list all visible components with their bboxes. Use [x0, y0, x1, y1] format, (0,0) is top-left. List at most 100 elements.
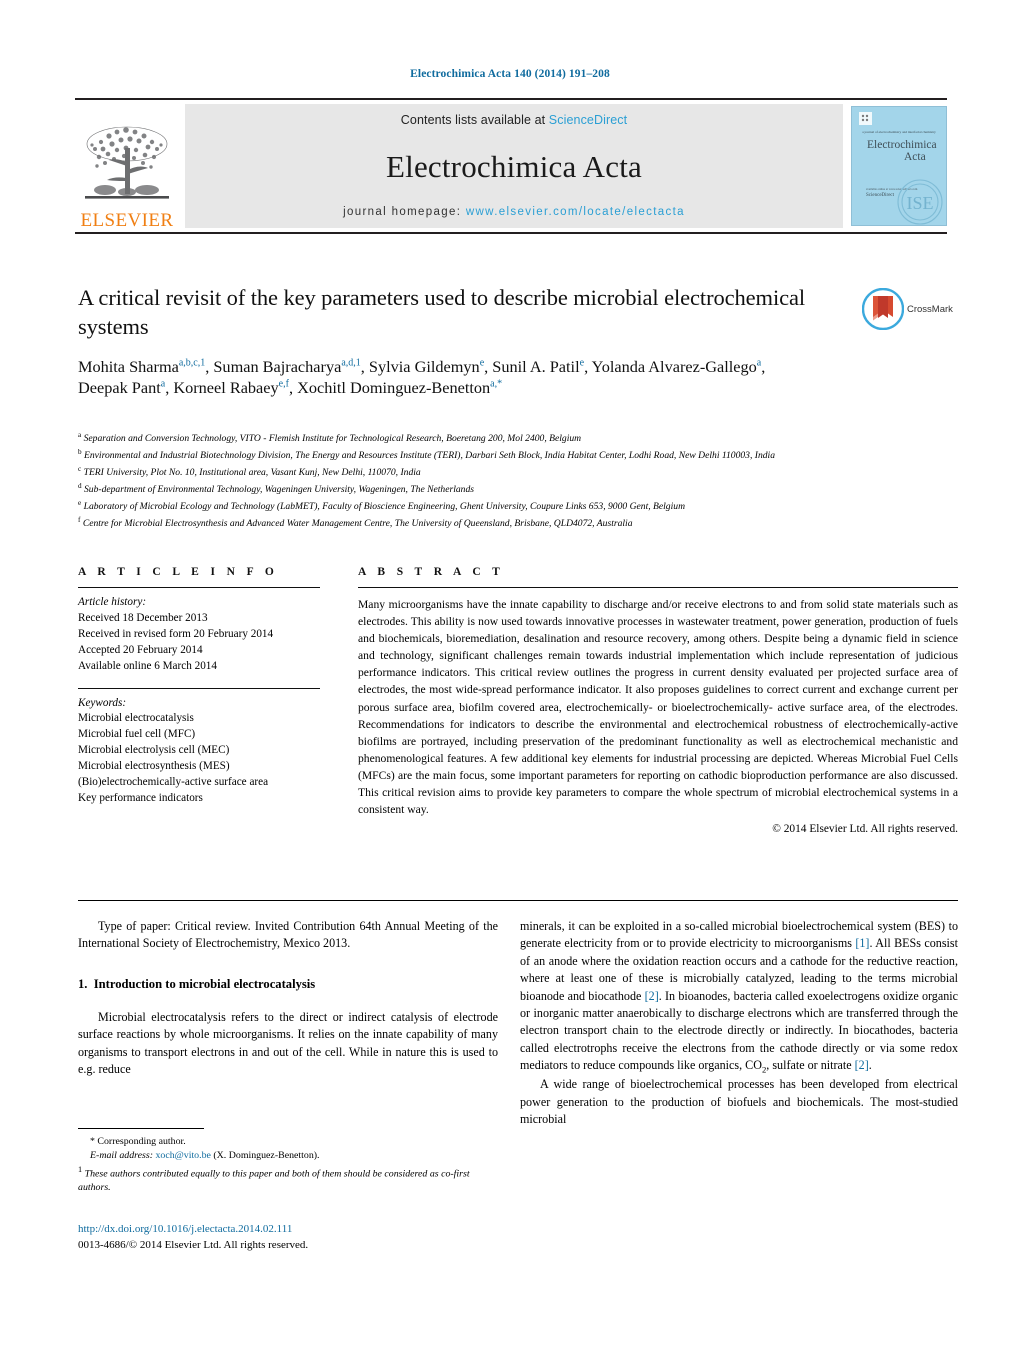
- intro-paragraph-2: A wide range of bioelectrochemical proce…: [520, 1077, 958, 1127]
- corresponding-mark: *: [90, 1136, 95, 1147]
- footnote-mark-1: 1: [78, 1164, 83, 1174]
- equal-contribution-note: 1 These authors contributed equally to t…: [78, 1164, 498, 1196]
- elsevier-tree-icon: [85, 126, 169, 199]
- contents-prefix: Contents lists available at: [400, 113, 549, 127]
- contents-band: Contents lists available at ScienceDirec…: [185, 104, 843, 228]
- affiliation-item: f Centre for Microbial Electrosynthesis …: [78, 515, 958, 532]
- article-info-heading: A R T I C L E I N F O: [78, 566, 279, 578]
- affiliation-text: Sub-department of Environmental Technolo…: [84, 484, 475, 496]
- svg-text:a journal of electrochemistry: a journal of electrochemistry and interf…: [862, 130, 936, 134]
- abstract-rule: [358, 587, 958, 588]
- keyword-item: (Bio)electrochemically-active surface ar…: [78, 776, 269, 789]
- section-divider: [78, 900, 958, 901]
- affiliation-mark: d: [78, 481, 82, 490]
- keywords-rule: [78, 687, 320, 689]
- affiliation-text: Environmental and Industrial Biotechnolo…: [84, 450, 776, 462]
- paper-page: Electrochimica Acta 140 (2014) 191–208 E…: [0, 0, 1020, 1351]
- page-title: A critical revisit of the key parameters…: [78, 285, 806, 339]
- journal-homepage-line: journal homepage: www.elsevier.com/locat…: [343, 206, 685, 218]
- para-seg: .: [868, 1058, 872, 1073]
- keywords-block: Keywords: Microbial electrocatalysis Mic…: [78, 696, 320, 807]
- body-column-right: minerals, it can be exploited in a so-ca…: [520, 918, 958, 1128]
- keyword-item: Key performance indicators: [78, 791, 203, 804]
- para-seg: , sulfate or nitrate: [766, 1058, 855, 1073]
- section-title: Introduction to microbial electrocatalys…: [93, 976, 316, 991]
- footnotes-block: * Corresponding author. E-mail address: …: [78, 1128, 498, 1196]
- affiliation-mark: f: [78, 515, 81, 524]
- citation-ref[interactable]: [1]: [855, 936, 869, 950]
- article-history-item: Available online 6 March 2014: [78, 659, 217, 672]
- equal-contribution-text: These authors contributed equally to thi…: [78, 1168, 470, 1194]
- email-link[interactable]: xoch@vito.be: [155, 1150, 210, 1161]
- doi-link[interactable]: http://dx.doi.org/10.1016/j.electacta.20…: [78, 1222, 518, 1238]
- svg-text:Acta: Acta: [904, 151, 926, 163]
- crossmark-badge[interactable]: CrossMark: [862, 286, 960, 332]
- journal-cover-thumbnail: a journal of electrochemistry and interf…: [851, 106, 947, 226]
- corresponding-text: Corresponding author.: [97, 1136, 186, 1147]
- affiliation-item: b Environmental and Industrial Biotechno…: [78, 447, 958, 464]
- intro-paragraph-1: Microbial electrocatalysis refers to the…: [78, 1009, 498, 1077]
- section-heading-introduction: 1. Introduction to microbial electrocata…: [78, 975, 498, 993]
- affiliation-mark: c: [78, 464, 82, 473]
- abstract-copyright: © 2014 Elsevier Ltd. All rights reserved…: [772, 823, 958, 836]
- article-info-section: A R T I C L E I N F O Article history: R…: [78, 566, 320, 807]
- section-number: 1.: [78, 976, 88, 991]
- journal-masthead: ELSEVIER Contents lists available at Sci…: [75, 98, 947, 234]
- running-head: Electrochimica Acta 140 (2014) 191–208: [410, 68, 610, 80]
- author-list: Mohita Sharmaa,b,c,1, Suman Bajracharyaa…: [78, 356, 766, 398]
- affiliation-text: Laboratory of Microbial Ecology and Tech…: [83, 501, 685, 512]
- journal-homepage-link[interactable]: www.elsevier.com/locate/electacta: [466, 206, 685, 218]
- citation-ref[interactable]: [2]: [855, 1058, 869, 1072]
- article-history-item: Received in revised form 20 February 201…: [78, 627, 274, 640]
- affiliation-item: e Laboratory of Microbial Ecology and Te…: [78, 498, 958, 515]
- journal-title: Electrochimica Acta: [386, 149, 642, 184]
- affiliation-item: d Sub-department of Environmental Techno…: [78, 481, 958, 498]
- elsevier-logo: ELSEVIER: [75, 100, 179, 232]
- crossmark-icon: [862, 288, 904, 330]
- keyword-item: Microbial electrolysis cell (MEC): [78, 744, 230, 757]
- citation-ref[interactable]: [2]: [645, 989, 659, 1003]
- crossmark-label: CrossMark: [907, 303, 953, 315]
- contents-available-line: Contents lists available at ScienceDirec…: [401, 113, 627, 127]
- keywords-label: Keywords:: [78, 696, 127, 709]
- affiliation-item: c TERI University, Plot No. 10, Institut…: [78, 464, 958, 481]
- affiliation-mark: e: [78, 498, 82, 507]
- affiliation-text: Separation and Conversion Technology, VI…: [83, 433, 582, 445]
- keyword-item: Microbial electrosynthesis (MES): [78, 760, 230, 773]
- article-info-rule: [78, 587, 320, 588]
- email-suffix: (X. Dominguez-Benetton).: [213, 1150, 320, 1162]
- svg-text:ISE: ISE: [907, 193, 934, 213]
- article-history-item: Accepted 20 February 2014: [78, 643, 203, 656]
- type-of-paper-paragraph: Type of paper: Critical review. Invited …: [78, 919, 498, 951]
- article-history-block: Article history: Received 18 December 20…: [78, 595, 320, 675]
- sciencedirect-link[interactable]: ScienceDirect: [549, 113, 627, 127]
- affiliation-mark: a: [78, 431, 82, 439]
- affiliation-text: Centre for Microbial Electrosynthesis an…: [82, 517, 633, 529]
- issn-copyright: 0013-4686/© 2014 Elsevier Ltd. All right…: [78, 1238, 309, 1251]
- corresponding-author-note: * Corresponding author.: [78, 1135, 498, 1149]
- abstract-text: Many microorganisms have the innate capa…: [358, 598, 958, 817]
- title-block: A critical revisit of the key parameters…: [78, 284, 838, 399]
- body-column-left: Type of paper: Critical review. Invited …: [78, 918, 498, 1079]
- intro-paragraph-continued: minerals, it can be exploited in a so-ca…: [520, 918, 958, 1076]
- elsevier-wordmark: ELSEVIER: [80, 210, 174, 231]
- homepage-prefix: journal homepage:: [343, 206, 466, 218]
- footer-doi-block: http://dx.doi.org/10.1016/j.electacta.20…: [78, 1222, 518, 1253]
- svg-text:ScienceDirect: ScienceDirect: [866, 193, 895, 198]
- affiliation-item: a Separation and Conversion Technology, …: [78, 430, 958, 447]
- abstract-section: A B S T R A C T Many microorganisms have…: [358, 566, 958, 835]
- footnote-rule: [78, 1128, 204, 1129]
- abstract-heading: A B S T R A C T: [358, 566, 505, 578]
- keyword-item: Microbial fuel cell (MFC): [78, 728, 196, 741]
- email-label: E-mail address:: [90, 1150, 153, 1162]
- svg-text:Electrochimica: Electrochimica: [867, 139, 937, 151]
- affiliation-mark: b: [78, 447, 82, 456]
- article-history-item: Received 18 December 2013: [78, 611, 208, 624]
- article-history-label: Article history:: [78, 596, 147, 608]
- affiliations-list: a Separation and Conversion Technology, …: [78, 430, 958, 532]
- journal-cover-art: a journal of electrochemistry and interf…: [852, 107, 946, 225]
- email-note: E-mail address: xoch@vito.be (X. Domingu…: [78, 1149, 498, 1163]
- affiliation-text: TERI University, Plot No. 10, Institutio…: [83, 467, 421, 479]
- svg-text:available online at www.scienc: available online at www.sciencedirect.co…: [866, 187, 918, 191]
- keyword-item: Microbial electrocatalysis: [78, 712, 194, 725]
